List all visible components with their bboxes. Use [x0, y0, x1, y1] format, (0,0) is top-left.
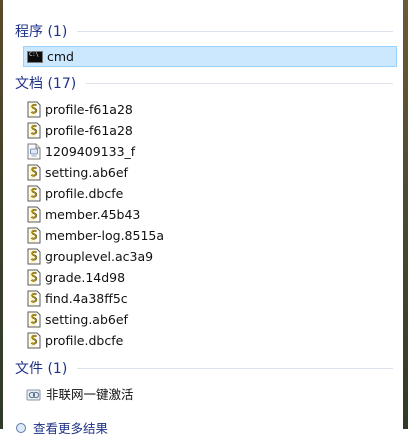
result-item-document[interactable]: member-log.8515a: [23, 225, 397, 246]
result-label: grade.14d98: [45, 270, 126, 285]
group-header-documents[interactable]: 文档 (17): [15, 73, 393, 93]
result-item-document[interactable]: profile-f61a28: [23, 99, 397, 120]
group-divider: [86, 82, 393, 84]
script-file-icon: [27, 206, 41, 223]
script-file-icon: [27, 332, 41, 349]
result-label: profile-f61a28: [45, 123, 133, 138]
script-file-icon: [27, 269, 41, 286]
result-label: member-log.8515a: [45, 228, 165, 243]
result-label: 1209409133_f: [45, 144, 136, 159]
network-shortcut-icon: [26, 387, 42, 401]
group-title-programs: 程序 (1): [15, 24, 68, 40]
result-item-document[interactable]: setting.ab6ef: [23, 162, 397, 183]
script-file-icon: [27, 122, 41, 139]
result-label: find.4a38ff5c: [45, 291, 128, 306]
result-label: profile-f61a28: [45, 102, 133, 117]
generic-file-icon: [27, 143, 41, 160]
search-results-panel: 程序 (1) cmd 文档 (17) profile-f61a28 profile…: [3, 0, 403, 436]
script-file-icon: [27, 185, 41, 202]
result-item-document[interactable]: member.45b43: [23, 204, 397, 225]
script-file-icon: [27, 101, 41, 118]
result-item-document[interactable]: profile-f61a28: [23, 120, 397, 141]
group-title-documents: 文档 (17): [15, 76, 77, 92]
script-file-icon: [27, 311, 41, 328]
script-file-icon: [27, 164, 41, 181]
result-label: setting.ab6ef: [45, 165, 128, 180]
search-icon: [16, 422, 26, 433]
script-file-icon: [27, 290, 41, 307]
result-item-document[interactable]: 1209409133_f: [23, 141, 397, 162]
group-header-programs[interactable]: 程序 (1): [15, 21, 393, 41]
result-item-document[interactable]: profile.dbcfe: [23, 330, 397, 351]
result-item-document[interactable]: find.4a38ff5c: [23, 288, 397, 309]
result-item-document[interactable]: setting.ab6ef: [23, 309, 397, 330]
group-title-files: 文件 (1): [15, 361, 68, 377]
see-more-label: 查看更多结果: [33, 421, 109, 436]
result-item-document[interactable]: grade.14d98: [23, 267, 397, 288]
window-frame-right: [403, 0, 408, 429]
result-label: 非联网一键激活: [46, 387, 134, 402]
result-label: setting.ab6ef: [45, 312, 128, 327]
result-item-activation[interactable]: 非联网一键激活: [23, 383, 397, 404]
group-divider: [77, 30, 393, 32]
result-item-document[interactable]: grouplevel.ac3a9: [23, 246, 397, 267]
result-label: profile.dbcfe: [45, 333, 124, 348]
group-header-files[interactable]: 文件 (1): [15, 358, 393, 378]
result-label: cmd: [47, 49, 74, 64]
result-label: grouplevel.ac3a9: [45, 249, 154, 264]
result-item-document[interactable]: profile.dbcfe: [23, 183, 397, 204]
cmd-icon: [27, 50, 43, 63]
result-label: member.45b43: [45, 207, 141, 222]
see-more-results-link[interactable]: 查看更多结果: [15, 418, 108, 437]
result-label: profile.dbcfe: [45, 186, 124, 201]
result-item-cmd[interactable]: cmd: [23, 46, 397, 67]
group-divider: [77, 367, 393, 369]
script-file-icon: [27, 248, 41, 265]
script-file-icon: [27, 227, 41, 244]
